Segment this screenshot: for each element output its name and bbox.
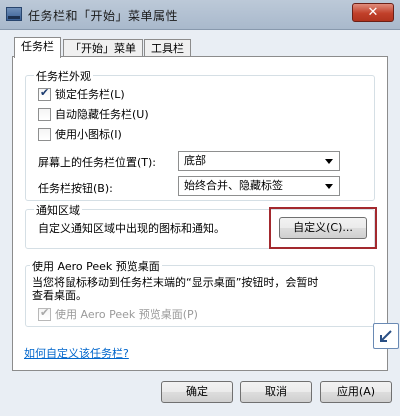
aero-peek-checkbox[interactable]: 使用 Aero Peek 预览桌面(P) [38, 306, 198, 322]
taskbar-buttons-value: 始终合并、隐藏标签 [184, 179, 283, 192]
tab-start-menu[interactable]: 「开始」菜单 [63, 39, 143, 57]
checkbox-box [38, 107, 51, 121]
cancel-button[interactable]: 取消 [240, 381, 312, 403]
tab-toolbars[interactable]: 工具栏 [144, 39, 191, 57]
taskbar-app-icon [6, 7, 22, 21]
aero-peek-group: 使用 Aero Peek 预览桌面 当您将鼠标移动到任务栏末端的“显示桌面”按钮… [25, 258, 375, 327]
aero-peek-description-line2: 查看桌面。 [32, 289, 87, 302]
chevron-down-icon [325, 159, 333, 164]
small-icons-checkbox[interactable]: 使用小图标(I) [38, 126, 122, 142]
help-link[interactable]: 如何自定义该任务栏? [24, 345, 129, 361]
aero-peek-group-title: 使用 Aero Peek 预览桌面 [30, 258, 162, 274]
tab-panel-taskbar: 任务栏外观 锁定任务栏(L) 自动隐藏任务栏(U) 使用小图标(I) 屏幕上的任… [12, 56, 388, 371]
tab-taskbar[interactable]: 任务栏 [14, 37, 61, 58]
checkbox-box [38, 86, 51, 101]
buttons-label: 任务栏按钮(B): [38, 182, 113, 195]
position-label: 屏幕上的任务栏位置(T): [38, 156, 157, 169]
appearance-group: 任务栏外观 锁定任务栏(L) 自动隐藏任务栏(U) 使用小图标(I) 屏幕上的任… [25, 68, 375, 201]
notification-group-title: 通知区域 [34, 202, 82, 218]
customize-button[interactable]: 自定义(C)... [279, 217, 367, 239]
chevron-down-icon [325, 184, 333, 189]
autohide-taskbar-label: 自动隐藏任务栏(U) [55, 108, 149, 121]
lock-taskbar-label: 锁定任务栏(L) [55, 88, 125, 101]
resize-arrow-icon[interactable] [373, 323, 399, 349]
checkbox-box [38, 127, 51, 141]
taskbar-position-select[interactable]: 底部 [178, 151, 340, 171]
small-icons-label: 使用小图标(I) [55, 128, 122, 141]
taskbar-position-value: 底部 [184, 154, 206, 167]
checkbox-box [38, 306, 51, 321]
window-title: 任务栏和「开始」菜单属性 [28, 9, 179, 23]
ok-button[interactable]: 确定 [161, 381, 233, 403]
autohide-taskbar-checkbox[interactable]: 自动隐藏任务栏(U) [38, 106, 149, 122]
taskbar-buttons-select[interactable]: 始终合并、隐藏标签 [178, 176, 340, 196]
appearance-group-title: 任务栏外观 [34, 68, 93, 84]
aero-peek-label: 使用 Aero Peek 预览桌面(P) [55, 308, 198, 321]
notification-description: 自定义通知区域中出现的图标和通知。 [38, 222, 225, 235]
title-bar: 任务栏和「开始」菜单属性 ✕ [0, 0, 400, 30]
apply-button[interactable]: 应用(A) [320, 381, 392, 403]
lock-taskbar-checkbox[interactable]: 锁定任务栏(L) [38, 86, 125, 102]
close-button[interactable]: ✕ [352, 3, 394, 22]
